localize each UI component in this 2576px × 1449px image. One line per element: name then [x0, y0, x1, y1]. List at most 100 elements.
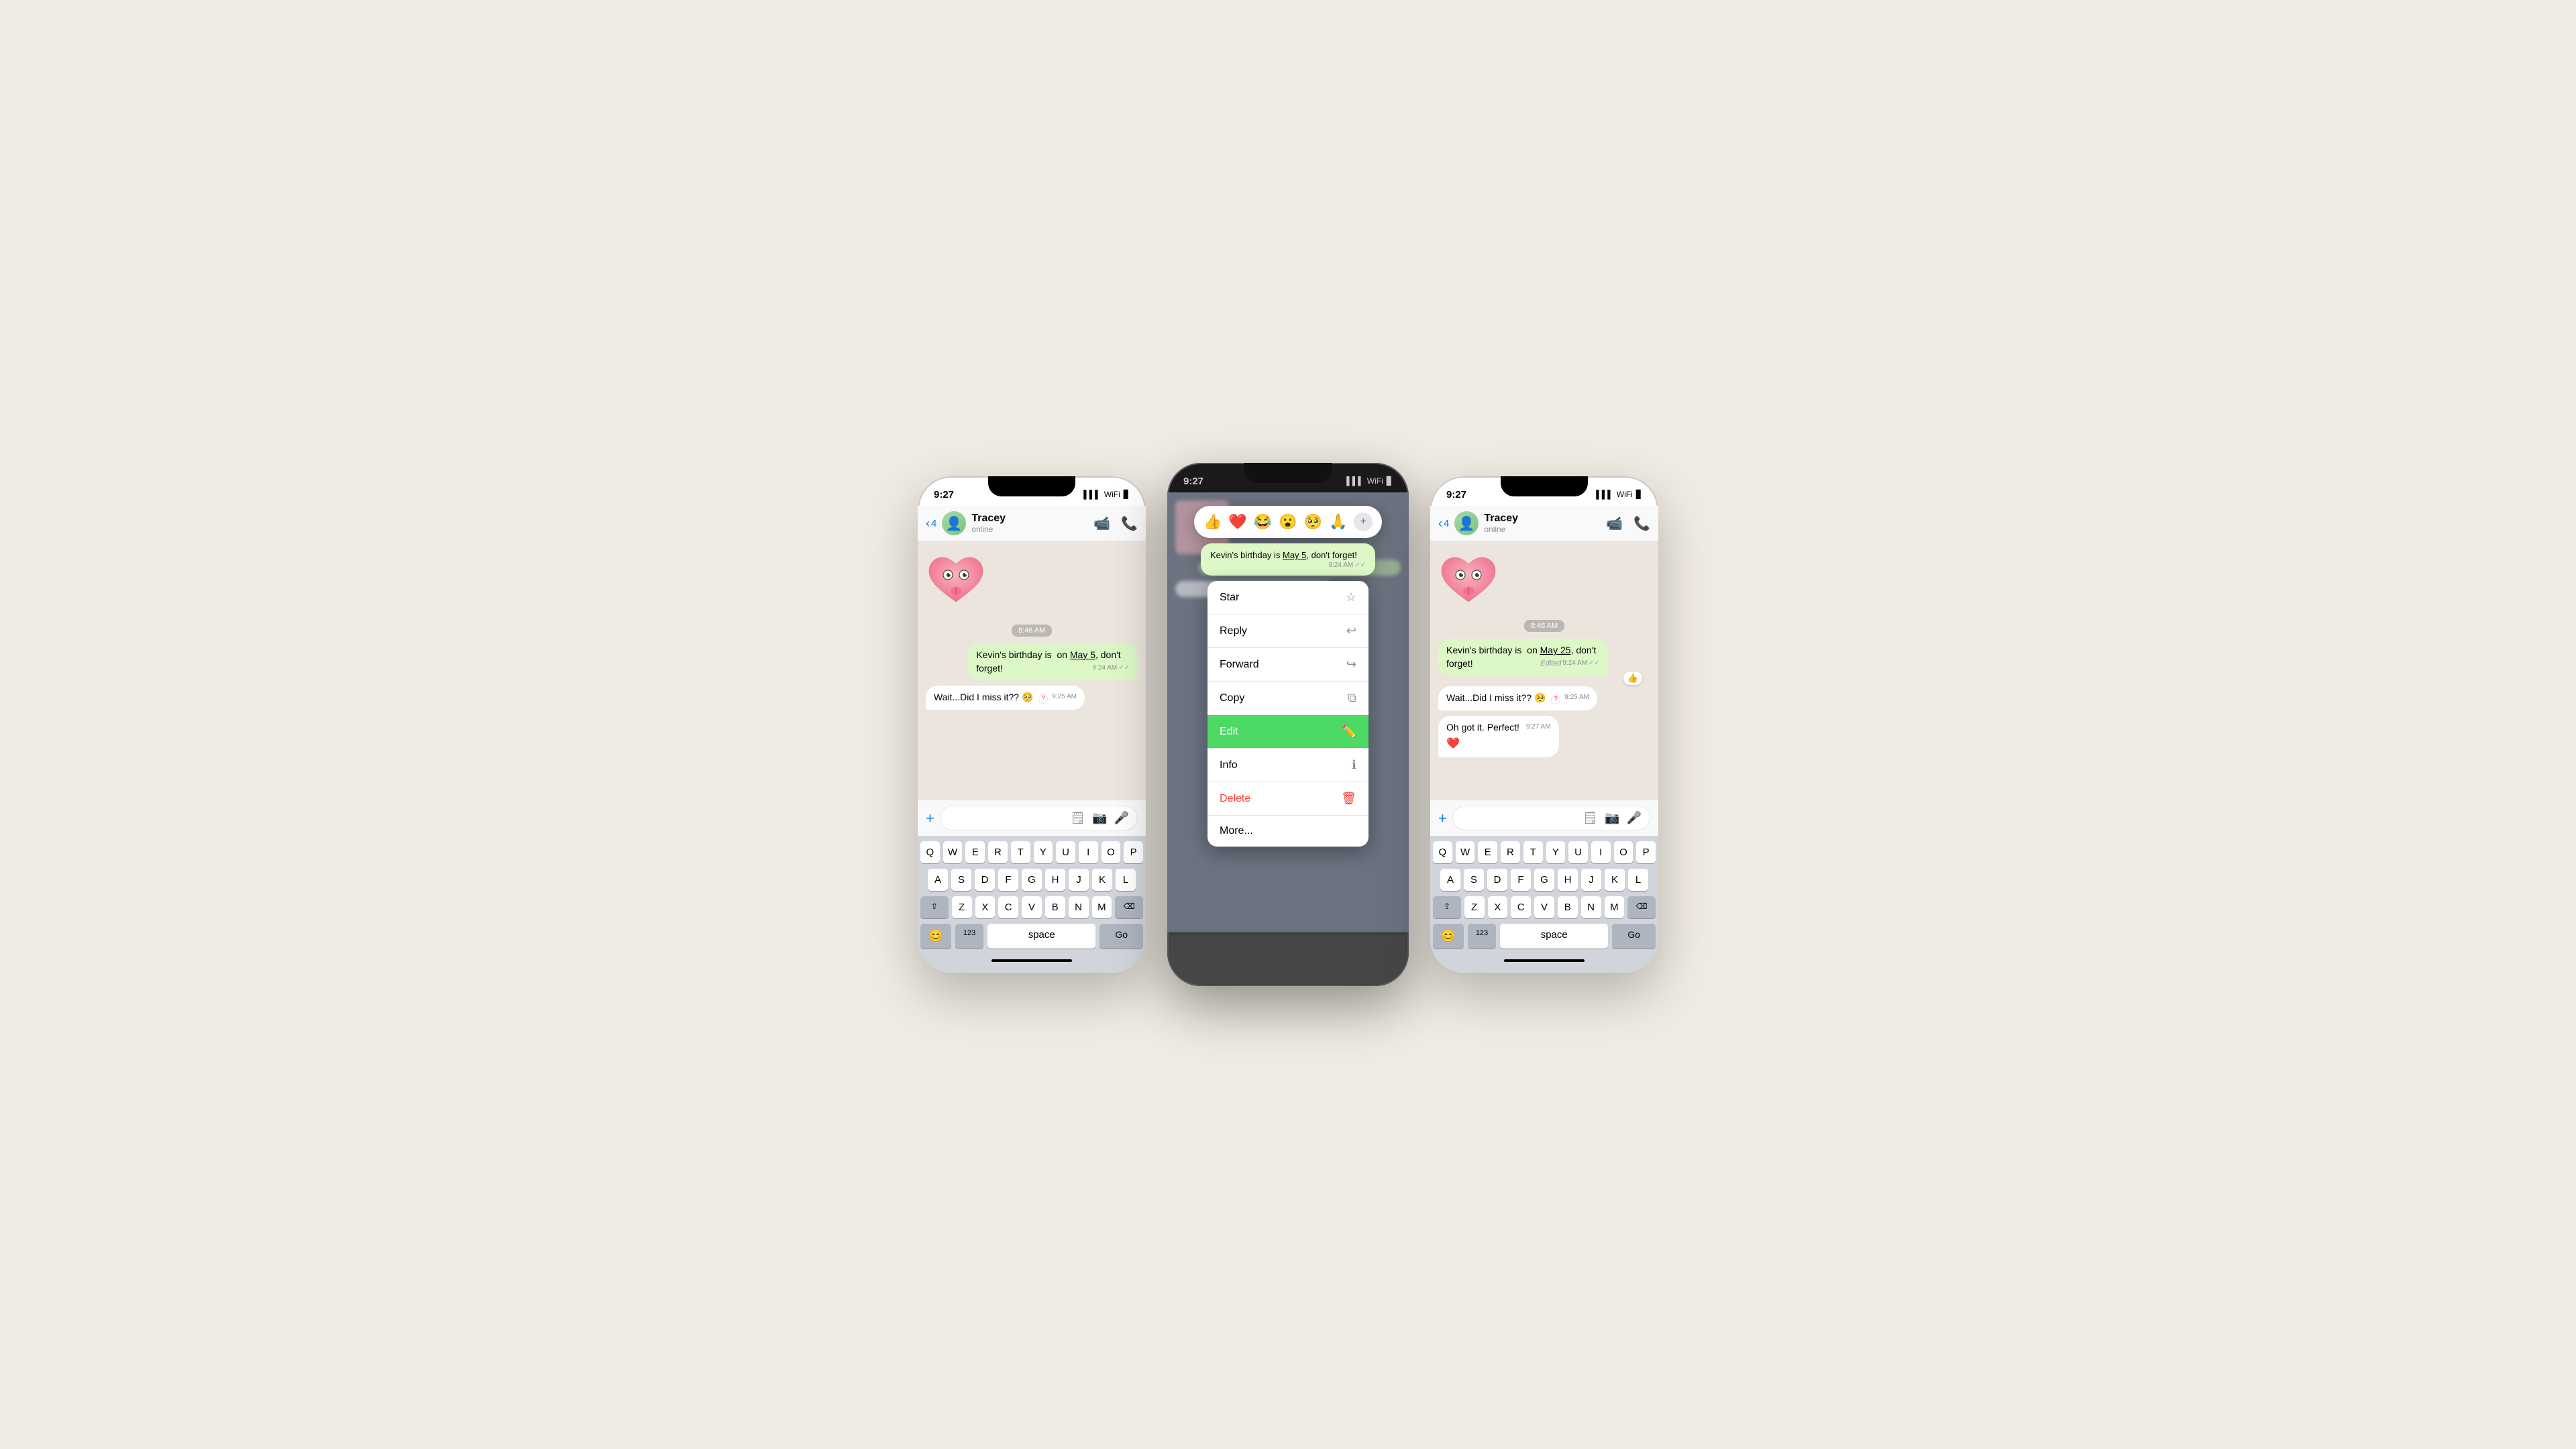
mic-btn-left[interactable]: 🎤	[1114, 811, 1129, 825]
reaction-sad[interactable]: 🥺	[1304, 513, 1322, 531]
key-n[interactable]: N	[1069, 896, 1089, 918]
sticker-btn-right[interactable]: 🗒	[1582, 811, 1598, 825]
camera-btn-right[interactable]: 📷	[1605, 811, 1619, 825]
key-i[interactable]: I	[1079, 841, 1098, 863]
key-l-r[interactable]: L	[1628, 869, 1648, 891]
key-emoji[interactable]: 😊	[920, 924, 951, 949]
video-icon-right[interactable]: 📹	[1606, 515, 1623, 532]
chat-header-left: ‹ 4 👤 Tracey online 📹 📞	[918, 506, 1146, 541]
key-space-r[interactable]: space	[1500, 924, 1608, 949]
key-emoji-r[interactable]: 😊	[1433, 924, 1464, 949]
plus-icon-left[interactable]: +	[926, 810, 934, 827]
back-button-right[interactable]: ‹ 4	[1438, 517, 1449, 531]
key-go[interactable]: Go	[1099, 924, 1143, 949]
key-r-r[interactable]: R	[1501, 841, 1520, 863]
key-d[interactable]: D	[975, 869, 995, 891]
key-g[interactable]: G	[1022, 869, 1042, 891]
key-123-r[interactable]: 123	[1468, 924, 1496, 949]
context-menu-item-reply[interactable]: Reply ↩	[1208, 614, 1368, 648]
key-m[interactable]: M	[1092, 896, 1112, 918]
key-p[interactable]: P	[1124, 841, 1143, 863]
key-o-r[interactable]: O	[1614, 841, 1633, 863]
phone-icon-right[interactable]: 📞	[1633, 515, 1650, 532]
key-g-r[interactable]: G	[1534, 869, 1554, 891]
key-t-r[interactable]: T	[1523, 841, 1543, 863]
reaction-wow[interactable]: 😮	[1279, 513, 1297, 531]
reaction-heart[interactable]: ❤️	[1228, 513, 1246, 531]
video-icon-left[interactable]: 📹	[1093, 515, 1110, 532]
phone-icon-left[interactable]: 📞	[1121, 515, 1138, 532]
copy-label: Copy	[1220, 692, 1244, 704]
key-d-r[interactable]: D	[1487, 869, 1507, 891]
context-menu-item-forward[interactable]: Forward ↪	[1208, 648, 1368, 682]
battery-icon-left: ▊	[1124, 490, 1130, 499]
key-w-r[interactable]: W	[1456, 841, 1475, 863]
key-shift[interactable]: ⇧	[920, 896, 949, 918]
key-123[interactable]: 123	[955, 924, 983, 949]
key-z-r[interactable]: Z	[1464, 896, 1485, 918]
context-menu-item-edit[interactable]: Edit ✏️	[1208, 715, 1368, 749]
key-b[interactable]: B	[1045, 896, 1065, 918]
key-k[interactable]: K	[1092, 869, 1112, 891]
context-menu-item-more[interactable]: More...	[1208, 816, 1368, 847]
camera-btn-left[interactable]: 📷	[1092, 811, 1107, 825]
key-o[interactable]: O	[1102, 841, 1121, 863]
input-field-left[interactable]: 🗒 📷 🎤	[940, 806, 1138, 830]
context-menu-item-star[interactable]: Star ☆	[1208, 581, 1368, 614]
context-menu-item-delete[interactable]: Delete 🗑	[1208, 782, 1368, 816]
key-t[interactable]: T	[1011, 841, 1030, 863]
reaction-thumbsup[interactable]: 👍	[1203, 513, 1222, 531]
key-f[interactable]: F	[998, 869, 1018, 891]
key-backspace[interactable]: ⌫	[1115, 896, 1143, 918]
key-space[interactable]: space	[987, 924, 1095, 949]
key-s-r[interactable]: S	[1464, 869, 1484, 891]
sticker-btn-left[interactable]: 🗒	[1070, 811, 1085, 825]
plus-icon-right[interactable]: +	[1438, 810, 1447, 827]
reaction-laugh[interactable]: 😂	[1254, 513, 1272, 531]
key-b-r[interactable]: B	[1558, 896, 1578, 918]
back-button-left[interactable]: ‹ 4	[926, 517, 936, 531]
key-q-r[interactable]: Q	[1433, 841, 1452, 863]
key-backspace-r[interactable]: ⌫	[1627, 896, 1656, 918]
key-y-r[interactable]: Y	[1546, 841, 1566, 863]
key-v-r[interactable]: V	[1534, 896, 1554, 918]
reaction-more-btn[interactable]: +	[1354, 513, 1373, 531]
reply-icon: ↩	[1346, 624, 1356, 638]
key-row-2-right: A S D F G H J K L	[1433, 869, 1656, 891]
mic-btn-right[interactable]: 🎤	[1627, 811, 1642, 825]
key-q[interactable]: Q	[920, 841, 940, 863]
key-v[interactable]: V	[1022, 896, 1042, 918]
key-w[interactable]: W	[943, 841, 963, 863]
key-h[interactable]: H	[1045, 869, 1065, 891]
key-c[interactable]: C	[998, 896, 1018, 918]
key-s[interactable]: S	[951, 869, 971, 891]
key-i-r[interactable]: I	[1591, 841, 1611, 863]
key-j[interactable]: J	[1069, 869, 1089, 891]
key-l[interactable]: L	[1116, 869, 1136, 891]
key-u-r[interactable]: U	[1568, 841, 1588, 863]
key-r[interactable]: R	[988, 841, 1008, 863]
key-h-r[interactable]: H	[1558, 869, 1578, 891]
key-e[interactable]: E	[965, 841, 985, 863]
key-j-r[interactable]: J	[1581, 869, 1601, 891]
key-a-r[interactable]: A	[1440, 869, 1460, 891]
key-e-r[interactable]: E	[1478, 841, 1497, 863]
key-n-r[interactable]: N	[1581, 896, 1601, 918]
key-x[interactable]: X	[975, 896, 996, 918]
key-go-r[interactable]: Go	[1612, 924, 1656, 949]
key-p-r[interactable]: P	[1636, 841, 1656, 863]
key-u[interactable]: U	[1056, 841, 1075, 863]
key-m-r[interactable]: M	[1605, 896, 1625, 918]
key-c-r[interactable]: C	[1511, 896, 1531, 918]
context-menu-item-copy[interactable]: Copy ⧉	[1208, 682, 1368, 715]
key-k-r[interactable]: K	[1605, 869, 1625, 891]
reaction-pray[interactable]: 🙏	[1329, 513, 1347, 531]
key-a[interactable]: A	[928, 869, 948, 891]
key-shift-r[interactable]: ⇧	[1433, 896, 1461, 918]
key-f-r[interactable]: F	[1511, 869, 1531, 891]
key-x-r[interactable]: X	[1488, 896, 1508, 918]
context-menu-item-info[interactable]: Info ℹ	[1208, 749, 1368, 782]
input-field-right[interactable]: 🗒 📷 🎤	[1452, 806, 1650, 830]
key-z[interactable]: Z	[952, 896, 972, 918]
key-y[interactable]: Y	[1034, 841, 1053, 863]
